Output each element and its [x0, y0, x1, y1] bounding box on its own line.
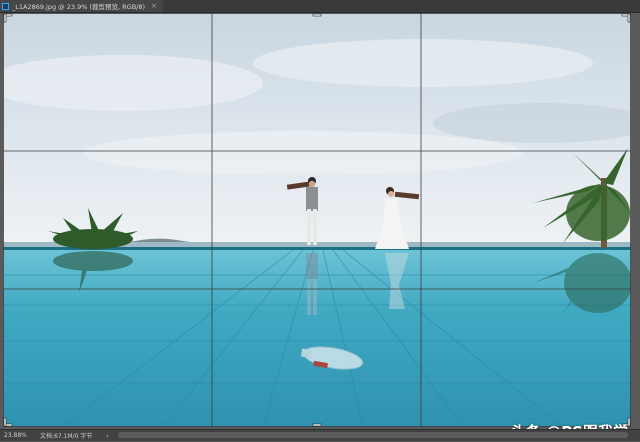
document-tab[interactable]: _L1A2869.jpg @ 23.9% (裁剪预览, RGB/8) ×: [0, 0, 163, 12]
document-tab-bar: _L1A2869.jpg @ 23.9% (裁剪预览, RGB/8) ×: [0, 0, 640, 13]
photo-canvas[interactable]: [3, 13, 631, 427]
close-icon[interactable]: ×: [151, 2, 157, 10]
chevron-right-icon[interactable]: ›: [106, 432, 109, 440]
canvas-area[interactable]: 头条 @PS跟我学: [0, 13, 640, 441]
zoom-level[interactable]: 23.88%: [0, 432, 34, 439]
ps-document-icon: [2, 2, 9, 10]
horizontal-scrollbar[interactable]: [118, 432, 628, 438]
document-tab-title: _L1A2869.jpg @ 23.9% (裁剪预览, RGB/8): [12, 3, 146, 11]
document-info: 文档:67.1M/0 字节: [40, 433, 93, 440]
photo-illustration: [3, 13, 631, 427]
status-bar: 23.88% 文档:67.1M/0 字节 ›: [0, 429, 640, 441]
